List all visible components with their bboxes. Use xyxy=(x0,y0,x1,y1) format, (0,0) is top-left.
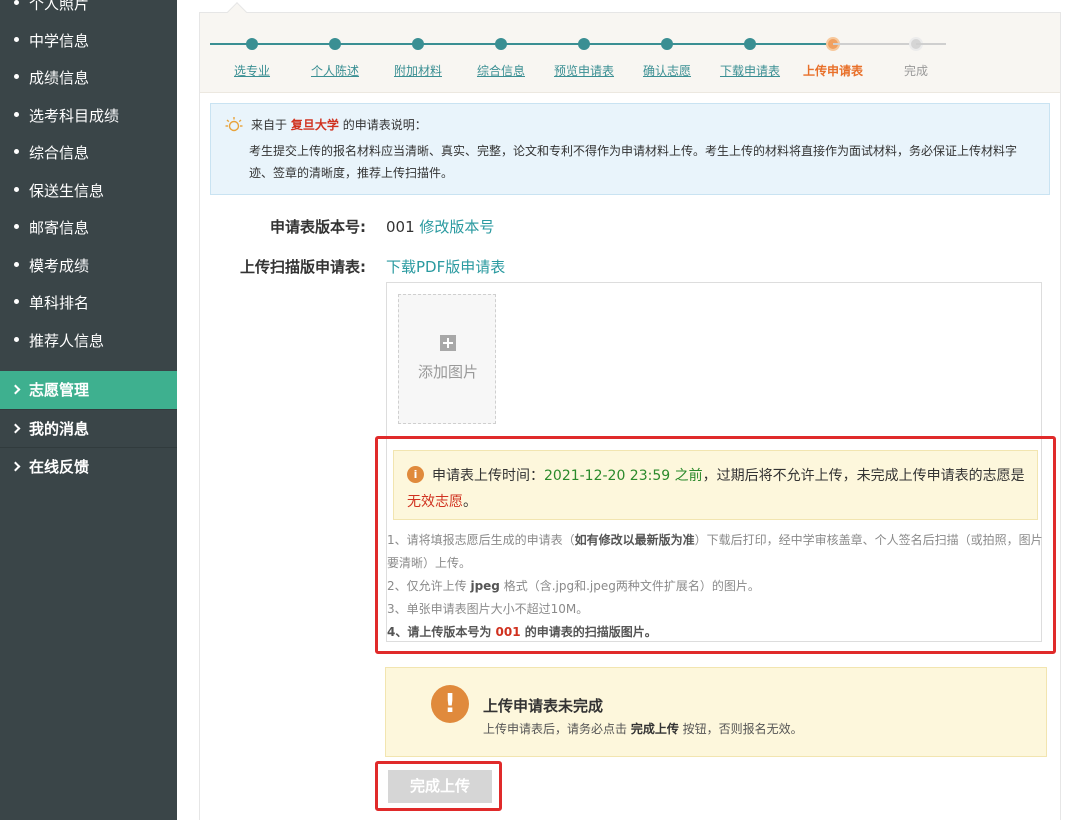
step-connector xyxy=(833,43,916,45)
stepbar-notch xyxy=(227,2,247,22)
status-sub-a: 上传申请表后，请务必点击 xyxy=(483,722,631,736)
modify-version-link[interactable]: 修改版本号 xyxy=(419,218,494,236)
step-label[interactable]: 确认志愿 xyxy=(643,62,691,79)
bullet-icon xyxy=(14,37,19,42)
step-label[interactable]: 个人陈述 xyxy=(311,62,359,79)
nav-item-messages[interactable]: 我的消息 xyxy=(0,409,177,447)
status-sub-c: 按钮，否则报名无效。 xyxy=(678,722,803,736)
add-image-button[interactable]: 添加图片 xyxy=(398,294,496,424)
sidebar-item-school[interactable]: 中学信息 xyxy=(0,23,177,60)
sidebar-item-label: 中学信息 xyxy=(29,32,90,50)
version-label: 申请表版本号: xyxy=(270,218,366,236)
step-label[interactable]: 下载申请表 xyxy=(720,62,780,79)
status-subtitle: 上传申请表后，请务必点击 完成上传 按钮，否则报名无效。 xyxy=(483,720,803,737)
step-label: 上传申请表 xyxy=(802,64,864,78)
bullet-icon xyxy=(14,262,19,267)
sidebar-item-recommended[interactable]: 保送生信息 xyxy=(0,173,177,210)
sidebar: 个人照片 中学信息 成绩信息 选考科目成绩 综合信息 保送生信息 邮寄信息 模考… xyxy=(0,0,177,820)
bullet-icon xyxy=(14,224,19,229)
sidebar-item-rank[interactable]: 单科排名 xyxy=(0,285,177,322)
nav-item-feedback[interactable]: 在线反馈 xyxy=(0,447,177,485)
status-sub-b: 完成上传 xyxy=(630,722,679,736)
version-value: 001 xyxy=(386,218,415,236)
step-label[interactable]: 选专业 xyxy=(234,62,270,79)
nav-item-applications[interactable]: 志愿管理 xyxy=(0,371,177,409)
scan-upload-label: 上传扫描版申请表: xyxy=(240,258,366,276)
info-heading: 来自于 复旦大学 的申请表说明： xyxy=(251,116,427,133)
download-pdf-link[interactable]: 下载PDF版申请表 xyxy=(386,256,505,277)
sidebar-item-photo[interactable]: 个人照片 xyxy=(0,0,177,23)
bullet-icon xyxy=(14,337,19,342)
add-image-label: 添加图片 xyxy=(417,363,478,381)
info-body: 考生提交上传的报名材料应当清晰、真实、完整，论文和专利不得作为申请材料上传。考生… xyxy=(249,144,1018,180)
info-suffix: 的申请表说明： xyxy=(342,118,427,132)
sidebar-item-referee[interactable]: 推荐人信息 xyxy=(0,323,177,360)
step-connector xyxy=(501,43,584,45)
step-label[interactable]: 附加材料 xyxy=(394,62,442,79)
nav-item-label: 志愿管理 xyxy=(29,381,90,399)
sidebar-item-scores[interactable]: 成绩信息 xyxy=(0,60,177,97)
step-connector xyxy=(335,43,418,45)
step-connector xyxy=(584,43,667,45)
sidebar-item-label: 综合信息 xyxy=(29,144,90,162)
bullet-icon xyxy=(14,112,19,117)
chevron-right-icon xyxy=(10,384,21,395)
sidebar-item-label: 选考科目成绩 xyxy=(29,107,120,125)
sidebar-item-label: 邮寄信息 xyxy=(29,219,90,237)
bullet-icon xyxy=(14,299,19,304)
sidebar-item-general[interactable]: 综合信息 xyxy=(0,135,177,172)
bullet-icon xyxy=(14,149,19,154)
nav-item-label: 在线反馈 xyxy=(29,458,90,476)
step-connector xyxy=(418,43,501,45)
sidebar-item-label: 模考成绩 xyxy=(29,257,90,275)
version-row: 001 修改版本号 xyxy=(386,216,494,237)
sidebar-item-mock[interactable]: 模考成绩 xyxy=(0,248,177,285)
step-label[interactable]: 综合信息 xyxy=(477,62,525,79)
sidebar-item-label: 单科排名 xyxy=(29,294,90,312)
step-label: 完成 xyxy=(903,64,929,78)
plus-icon xyxy=(440,335,456,351)
sidebar-item-label: 个人照片 xyxy=(29,0,90,13)
sidebar-item-label: 推荐人信息 xyxy=(29,332,105,350)
bullet-icon xyxy=(14,187,19,192)
sidebar-item-elective[interactable]: 选考科目成绩 xyxy=(0,98,177,135)
bullet-icon xyxy=(14,74,19,79)
sidebar-item-label: 成绩信息 xyxy=(29,69,90,87)
info-prefix: 来自于 xyxy=(251,118,288,132)
step-connector-tail xyxy=(916,43,946,45)
chevron-right-icon xyxy=(10,461,21,472)
highlight-frame xyxy=(375,436,1056,654)
university-name: 复旦大学 xyxy=(290,118,339,132)
sidebar-item-label: 保送生信息 xyxy=(29,182,105,200)
nav-item-label: 我的消息 xyxy=(29,420,90,438)
application-info-box: 来自于 复旦大学 的申请表说明： 考生提交上传的报名材料应当清晰、真实、完整，论… xyxy=(210,103,1050,195)
exclamation-icon: ! xyxy=(431,685,469,723)
upload-status-box: ! 上传申请表未完成 上传申请表后，请务必点击 完成上传 按钮，否则报名无效。 xyxy=(385,667,1047,757)
step-progress-bar: 选专业 个人陈述 附加材料 综合信息 预览申请表 确认志愿 下载申请表 上传申请表 完成 xyxy=(200,2,1060,93)
step-label[interactable]: 预览申请表 xyxy=(554,62,614,79)
status-title: 上传申请表未完成 xyxy=(483,697,604,715)
bullet-icon xyxy=(14,0,19,5)
lightbulb-icon xyxy=(225,117,243,132)
sidebar-item-mailing[interactable]: 邮寄信息 xyxy=(0,210,177,247)
highlight-frame-button xyxy=(375,761,502,811)
chevron-right-icon xyxy=(10,423,21,434)
step-connector xyxy=(667,43,750,45)
step-connector xyxy=(252,43,335,45)
step-connector xyxy=(750,43,833,45)
